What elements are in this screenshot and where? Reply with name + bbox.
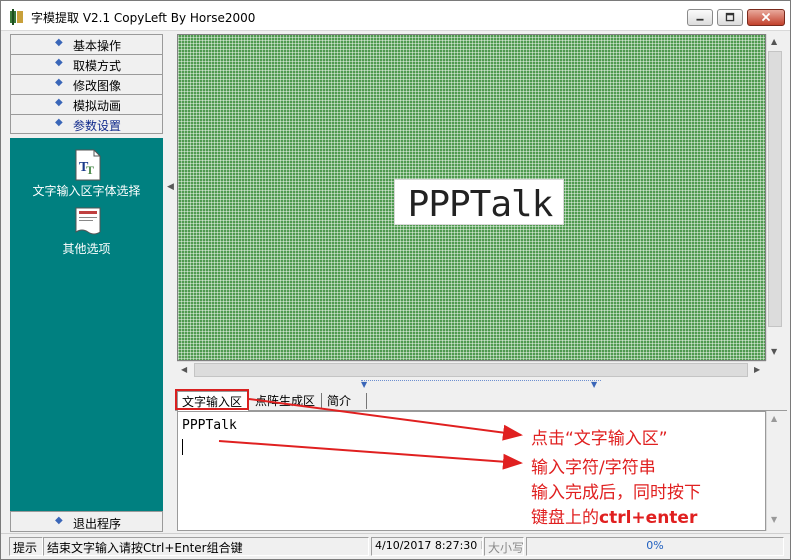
menu-item-label: 参数设置 [73,119,122,133]
horizontal-splitter[interactable]: ▼ ▼ [361,380,601,389]
annotation-input-chars: 输入字符/字符串 [531,458,656,478]
preview-vertical-scrollbar[interactable]: ▲ ▼ [766,34,783,361]
annotation-keys-prefix: 键盘上的 [531,508,599,528]
app-window: 字模提取 V2.1 CopyLeft By Horse2000 ◆ 基本操作 ◆… [0,0,791,560]
diamond-bullet-icon: ◆ [55,37,63,48]
collapse-down-icon[interactable]: ▼ [591,380,597,389]
diamond-bullet-icon: ◆ [55,117,63,128]
maximize-button[interactable] [717,9,743,26]
left-menu: ◆ 基本操作 ◆ 取模方式 ◆ 修改图像 ◆ 模拟动画 ◆ 参数设置 [10,34,163,134]
app-logo-icon [10,9,23,25]
font-tt-icon: T T [75,149,101,181]
diamond-bullet-icon: ◆ [55,97,63,108]
status-caps: 大小写 [484,537,524,556]
diamond-bullet-icon: ◆ [55,77,63,88]
tab-label: 点阵生成区 [255,394,316,408]
annotation-keys-combo: ctrl+enter [599,508,698,528]
dot-matrix-preview[interactable]: PPPTalk [177,34,766,361]
menu-item-edit-image[interactable]: ◆ 修改图像 [10,74,163,94]
text-caret [182,439,183,455]
collapse-left-icon[interactable]: ◀ [167,182,174,192]
panel-item-label: 文字输入区字体选择 [32,184,141,198]
menu-item-mode[interactable]: ◆ 取模方式 [10,54,163,74]
scroll-thumb[interactable] [768,51,782,327]
scroll-down-icon[interactable]: ▼ [771,515,777,524]
close-icon [761,12,771,22]
settings-panel: T T 文字输入区字体选择 其他选项 [10,138,163,511]
exit-label: 退出程序 [73,517,122,531]
menu-item-label: 修改图像 [73,79,122,93]
annotation-after-input: 输入完成后，同时按下 [531,483,701,503]
scroll-right-icon[interactable]: ▶ [754,365,760,374]
preview-horizontal-scrollbar[interactable]: ◀ ▶ [177,361,766,378]
panel-item-label: 其他选项 [62,242,111,256]
tab-label: 简介 [327,394,352,408]
exit-button[interactable]: ◆ 退出程序 [10,511,163,532]
scroll-left-icon[interactable]: ◀ [181,365,187,374]
scroll-down-icon[interactable]: ▼ [771,347,777,356]
menu-item-settings[interactable]: ◆ 参数设置 [10,114,163,134]
preview-text: PPPTalk [407,184,554,225]
tab-about[interactable]: 简介 [323,391,367,411]
collapse-down-icon[interactable]: ▼ [361,380,367,389]
annotation-keys: 键盘上的ctrl+enter [531,503,697,528]
svg-text:T: T [86,163,94,177]
tab-divider [321,393,322,409]
status-hint-label: 提示 [9,537,43,556]
scroll-up-icon[interactable]: ▲ [771,414,777,423]
tab-divider [366,393,367,409]
text-input-content: PPPTalk [182,418,237,433]
scroll-corner [766,361,783,378]
menu-item-label: 取模方式 [73,59,122,73]
status-message: 结束文字输入请按Ctrl+Enter组合键 [43,537,369,556]
menu-item-basic[interactable]: ◆ 基本操作 [10,34,163,54]
menu-item-animation[interactable]: ◆ 模拟动画 [10,94,163,114]
preview-text-box: PPPTalk [394,179,564,225]
minimize-icon [696,18,704,21]
options-doc-icon [75,207,101,235]
close-button[interactable] [747,9,785,26]
tab-bar: 文字输入区 点阵生成区 简介 [175,389,787,411]
status-progress: 0% [526,537,784,556]
scroll-thumb[interactable] [194,363,748,377]
annotation-click-tab: 点击“文字输入区” [531,429,668,449]
status-bar: 提示 结束文字输入请按Ctrl+Enter组合键 4/10/2017 8:27:… [1,533,790,559]
status-datetime: 4/10/2017 8:27:30 PM [371,537,483,556]
maximize-icon [725,12,735,22]
minimize-button[interactable] [687,9,713,26]
window-title: 字模提取 V2.1 CopyLeft By Horse2000 [31,11,256,25]
input-vertical-scrollbar[interactable]: ▲ ▼ [766,411,783,531]
title-bar[interactable]: 字模提取 V2.1 CopyLeft By Horse2000 [1,1,790,31]
highlight-box [175,389,249,410]
tab-dot-matrix[interactable]: 点阵生成区 [251,391,323,411]
menu-item-label: 模拟动画 [73,99,122,113]
diamond-bullet-icon: ◆ [55,515,63,526]
menu-item-label: 基本操作 [73,39,122,53]
diamond-bullet-icon: ◆ [55,57,63,68]
scroll-up-icon[interactable]: ▲ [771,37,777,46]
